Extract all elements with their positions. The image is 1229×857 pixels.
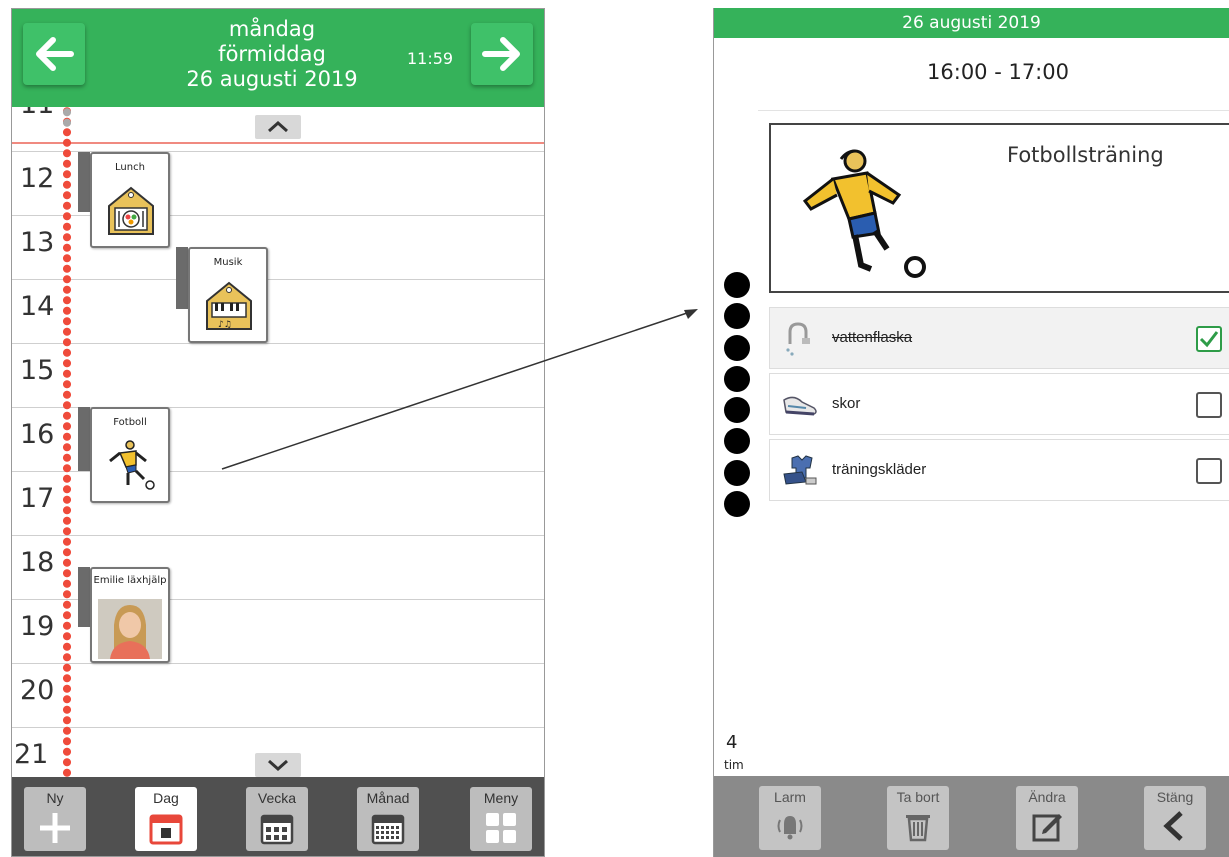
chevron-left-icon <box>1163 811 1183 841</box>
divider <box>758 110 1229 111</box>
activity-card: Fotbollsträning <box>769 123 1229 293</box>
checkbox-unchecked[interactable] <box>1196 458 1222 484</box>
close-label: Stäng <box>1156 789 1194 805</box>
activity-time-range: 16:00 - 17:00 <box>927 60 1069 84</box>
delete-label: Ta bort <box>896 789 940 805</box>
bell-alarm-icon <box>777 816 803 840</box>
duration-unit: tim <box>724 758 744 772</box>
close-button[interactable]: Stäng <box>1144 786 1206 850</box>
activity-title: Fotbollsträning <box>1007 143 1164 167</box>
delete-button[interactable]: Ta bort <box>887 786 949 850</box>
checklist-item-text: vattenflaska <box>832 329 913 346</box>
detail-toolbar: Larm Ta bort Ändra Stäng <box>714 776 1229 857</box>
checklist-item[interactable]: vattenflaska <box>769 307 1229 369</box>
shoes-icon <box>783 396 817 416</box>
time-dot <box>724 459 750 486</box>
clothes-icon <box>783 455 817 485</box>
time-dot <box>724 334 750 361</box>
activity-detail-screen: 26 augusti 2019 16:00 - 17:00 Fotbollstr… <box>713 8 1229 857</box>
edit-label: Ändra <box>1028 789 1066 805</box>
duration-value: 4 <box>726 732 738 753</box>
time-dot <box>724 428 750 455</box>
time-dot <box>724 303 750 330</box>
edit-button[interactable]: Ändra <box>1016 786 1078 850</box>
time-dot <box>724 491 750 518</box>
remaining-time-dots <box>724 272 752 522</box>
checklist-item-text: träningskläder <box>832 461 927 478</box>
checklist-item[interactable]: träningskläder <box>769 439 1229 501</box>
alarm-label: Larm <box>774 789 806 805</box>
checkbox-checked[interactable] <box>1196 326 1222 352</box>
alarm-button[interactable]: Larm <box>759 786 821 850</box>
checklist-item[interactable]: skor <box>769 373 1229 435</box>
football-player-icon <box>802 149 926 278</box>
time-dot <box>724 272 750 298</box>
edit-pencil-icon <box>1032 814 1062 842</box>
trash-icon <box>906 815 930 842</box>
checklist-item-text: skor <box>832 395 861 412</box>
time-dot <box>724 397 750 424</box>
checkmark-icon <box>1199 331 1219 348</box>
detail-header-date: 26 augusti 2019 <box>714 8 1229 38</box>
water-tap-icon <box>786 322 810 356</box>
time-dot <box>724 365 750 392</box>
checkbox-unchecked[interactable] <box>1196 392 1222 418</box>
